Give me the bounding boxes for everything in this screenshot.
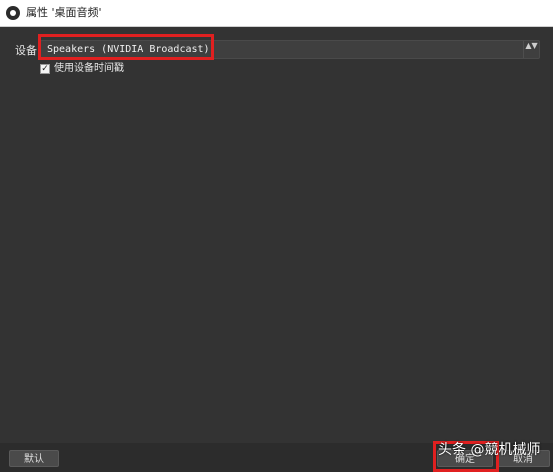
properties-panel [0, 27, 553, 443]
window-title: 属性 '桌面音频' [26, 6, 102, 19]
watermark: 头条 @競机械师 [438, 442, 541, 458]
red-highlight-box-device [38, 34, 214, 60]
up-down-arrows-icon[interactable]: ▲▼ [523, 41, 539, 58]
defaults-button[interactable]: 默认 [9, 450, 59, 467]
use-timestamp-label: 使用设备时间戳 [54, 63, 124, 74]
title-bar: 属性 '桌面音频' [0, 0, 553, 27]
use-timestamp-checkbox[interactable]: ✓ [40, 64, 50, 74]
obs-logo-icon [6, 6, 20, 20]
device-label: 设备 [15, 44, 37, 57]
